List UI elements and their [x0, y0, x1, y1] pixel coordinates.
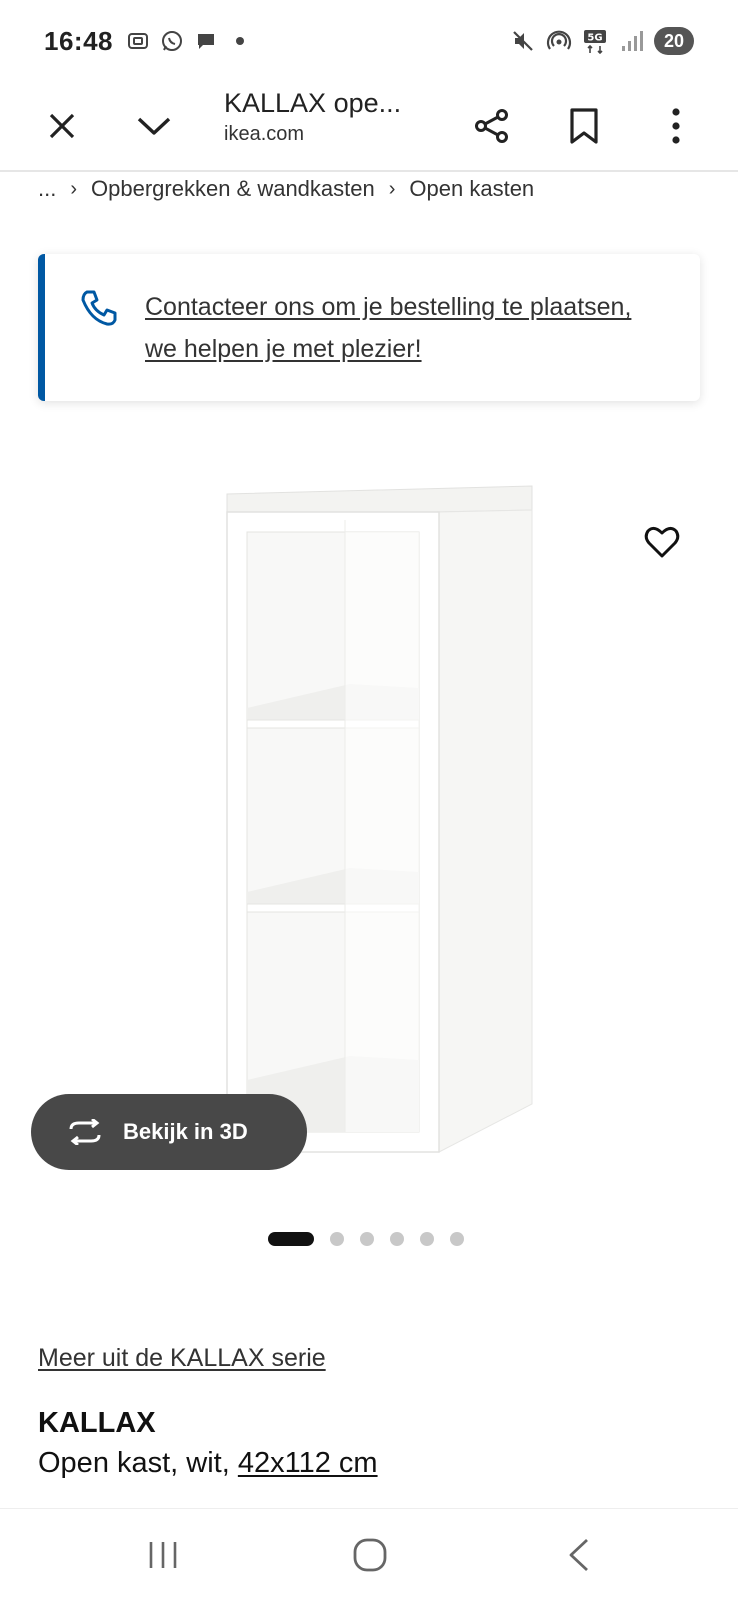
- carousel-dot[interactable]: [330, 1232, 344, 1246]
- chevron-down-icon: [137, 117, 171, 135]
- product-image[interactable]: [195, 480, 545, 1170]
- chat-icon: [193, 28, 219, 54]
- contact-banner: Contacteer ons om je bestelling te plaat…: [38, 254, 700, 401]
- carousel-dot[interactable]: [450, 1232, 464, 1246]
- view-in-3d-button[interactable]: Bekijk in 3D: [31, 1094, 307, 1170]
- more-options-button[interactable]: [646, 96, 706, 156]
- carousel-dot[interactable]: [420, 1232, 434, 1246]
- recent-apps-icon: [149, 1542, 177, 1568]
- breadcrumb-item-opbergrekken[interactable]: Opbergrekken & wandkasten: [91, 176, 375, 202]
- breadcrumb-ellipsis[interactable]: ...: [38, 176, 56, 202]
- hotspot-icon: [546, 28, 572, 54]
- chevron-right-icon: ›: [388, 177, 396, 200]
- view-in-3d-label: Bekijk in 3D: [123, 1119, 248, 1144]
- bookmark-button[interactable]: [554, 96, 614, 156]
- mute-icon: [510, 28, 536, 54]
- more-vert-icon: [672, 108, 680, 144]
- system-nav-bar: [0, 1508, 738, 1600]
- carousel-dot[interactable]: [360, 1232, 374, 1246]
- breadcrumb: ... › Opbergrekken & wandkasten › Open k…: [38, 176, 534, 202]
- svg-text:5G: 5G: [587, 33, 602, 44]
- system-icons: 5G 20: [510, 27, 694, 55]
- status-time: 16:48: [44, 25, 113, 56]
- dot-icon: [227, 28, 253, 54]
- series-link[interactable]: Meer uit de KALLAX serie: [38, 1344, 326, 1373]
- screenshot-icon: [125, 28, 151, 54]
- page-url: ikea.com: [224, 123, 305, 145]
- status-bar: 16:48 5G 20: [0, 0, 738, 82]
- heart-icon: [644, 526, 680, 558]
- product-name: KALLAX: [38, 1407, 156, 1439]
- minimize-button[interactable]: [124, 96, 184, 156]
- chevron-right-icon: ›: [70, 177, 78, 200]
- share-button[interactable]: [462, 96, 522, 156]
- close-icon: [49, 113, 75, 139]
- recent-apps-button[interactable]: [146, 1539, 180, 1576]
- breadcrumb-item-open-kasten[interactable]: Open kasten: [409, 176, 534, 202]
- carousel-dot-active[interactable]: [268, 1232, 314, 1246]
- home-icon: [353, 1538, 387, 1572]
- share-icon: [475, 109, 508, 143]
- page-title-area[interactable]: KALLAX ope... ikea.com: [224, 88, 434, 146]
- close-tab-button[interactable]: [32, 96, 92, 156]
- page-title: KALLAX ope...: [224, 88, 402, 118]
- contact-link[interactable]: Contacteer ons om je bestelling te plaat…: [145, 286, 665, 370]
- product-size-link[interactable]: 42x112 cm: [238, 1447, 378, 1479]
- back-icon: [569, 1538, 588, 1572]
- whatsapp-icon: [159, 28, 185, 54]
- notification-icons: [125, 28, 253, 54]
- rotate-3d-icon: [69, 1119, 101, 1145]
- browser-toolbar: KALLAX ope... ikea.com: [0, 82, 738, 172]
- favorite-button[interactable]: [638, 518, 686, 566]
- signal-icon: [618, 28, 644, 54]
- battery-level: 20: [653, 27, 694, 55]
- phone-icon: [81, 290, 117, 326]
- 5g-icon: 5G: [582, 28, 608, 54]
- shelf-illustration: [226, 485, 533, 1153]
- product-description: Open kast, wit, 42x112 cm: [38, 1447, 378, 1480]
- back-button[interactable]: [565, 1537, 591, 1578]
- carousel-indicator: [268, 1232, 464, 1246]
- carousel-dot[interactable]: [390, 1232, 404, 1246]
- home-button[interactable]: [352, 1537, 388, 1578]
- product-desc-text: Open kast, wit,: [38, 1447, 238, 1479]
- bookmark-icon: [570, 108, 598, 144]
